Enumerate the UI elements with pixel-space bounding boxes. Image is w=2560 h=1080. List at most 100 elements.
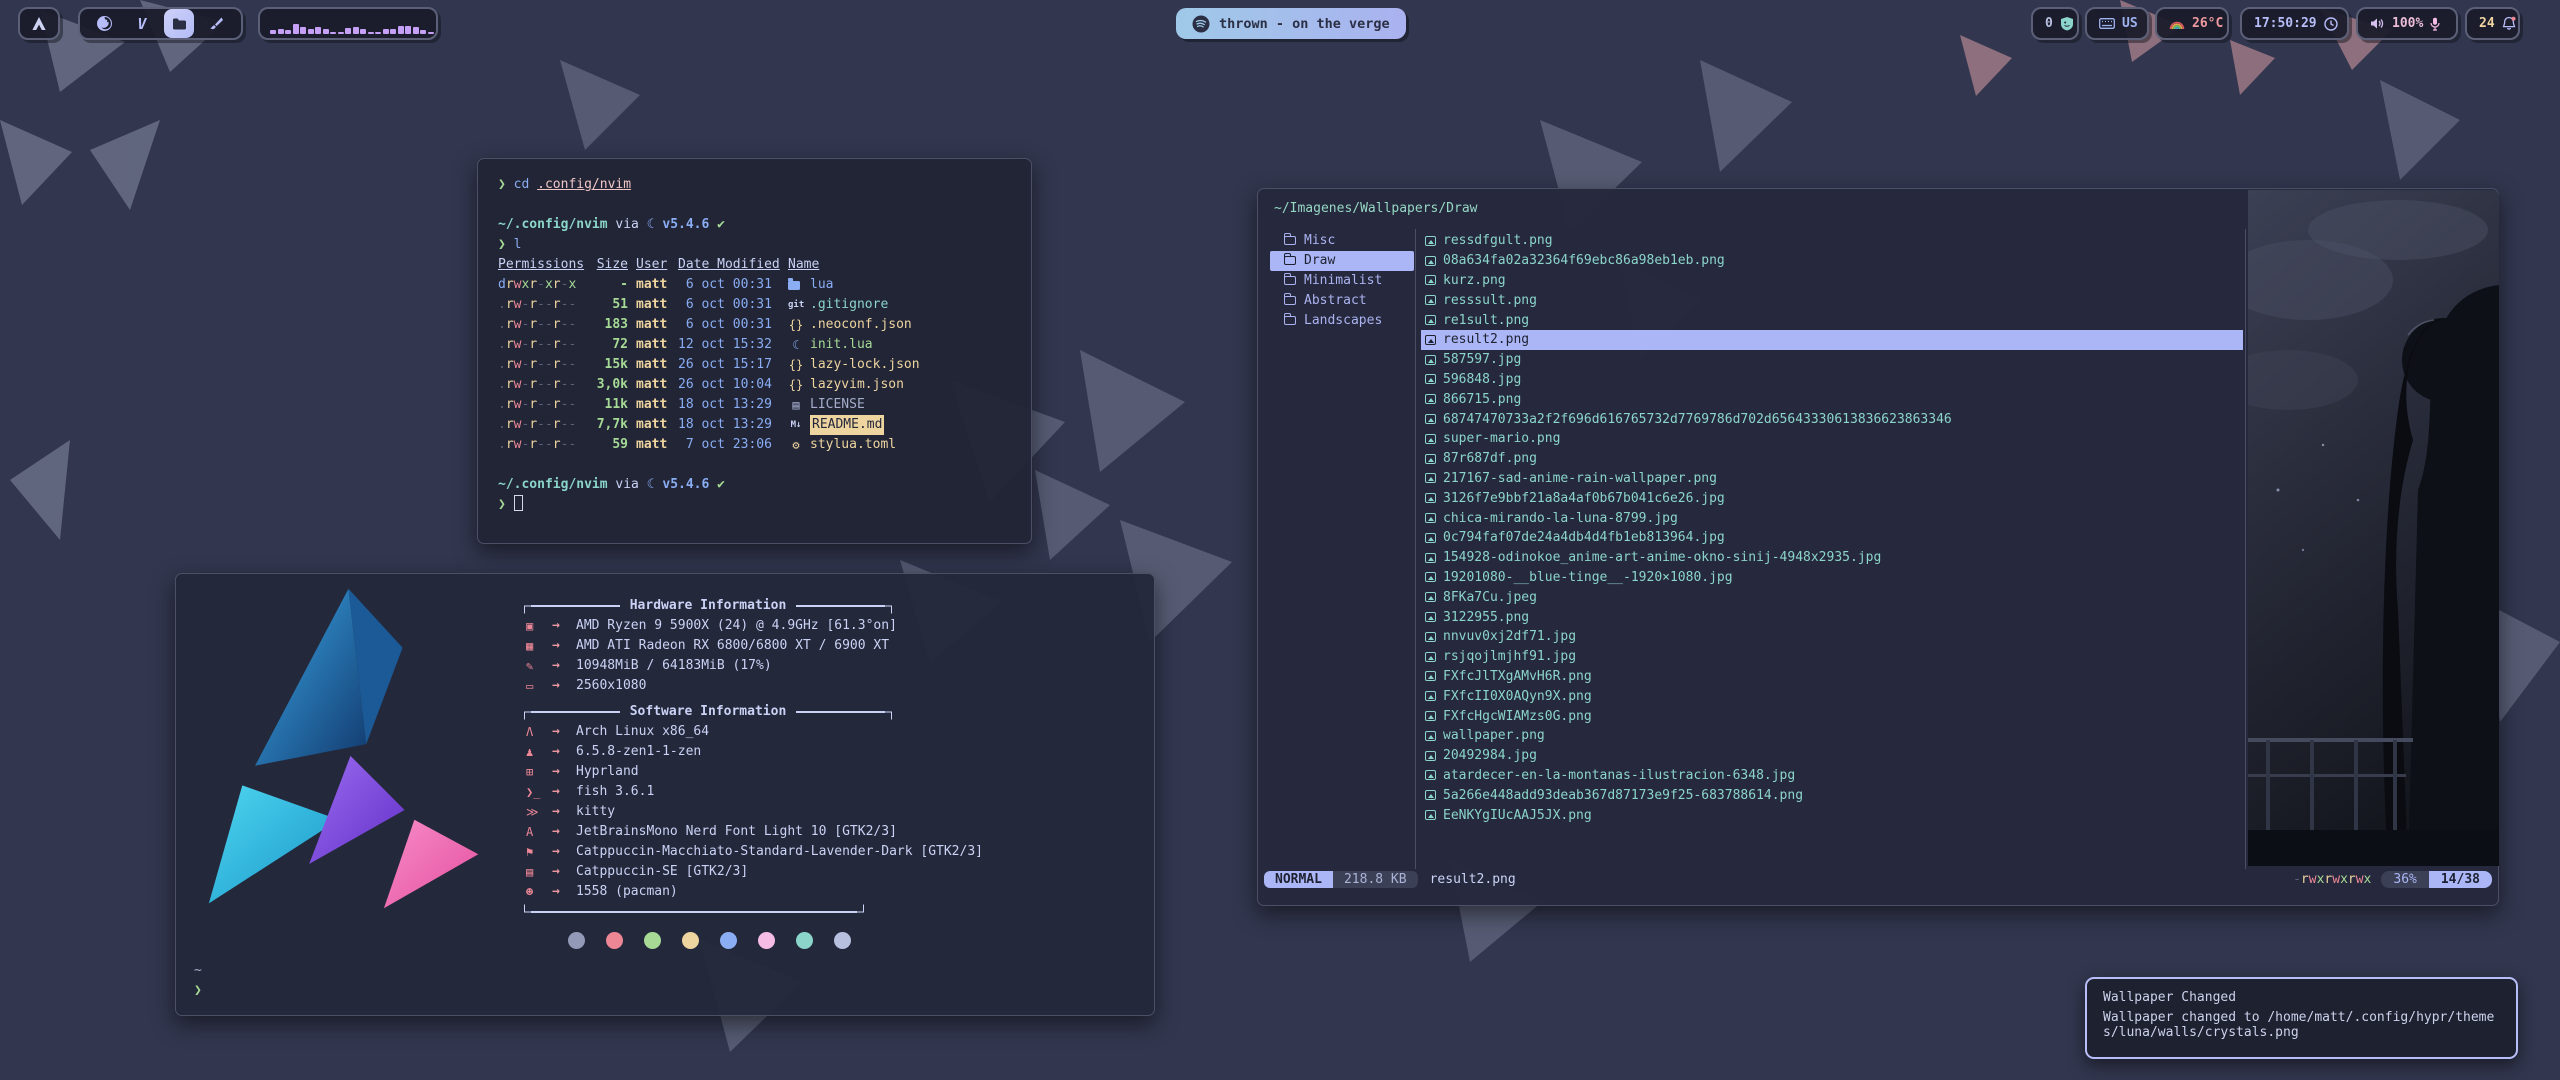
notification-count: 24	[2479, 16, 2495, 31]
vim-icon[interactable]: V	[127, 9, 157, 38]
notifications-widget[interactable]: 24	[2465, 7, 2520, 40]
notification-body: Wallpaper changed to /home/matt/.config/…	[2103, 1010, 2500, 1041]
file-name: FXfcJlTXgAMvH6R.png	[1443, 669, 1592, 684]
speaker-icon	[2370, 17, 2385, 30]
icons-icon: ▤	[524, 862, 552, 882]
fetch-info-row: ≫→kitty	[524, 802, 1124, 822]
file-list-item[interactable]: FXfcII0X0AQyn9X.png	[1421, 686, 2243, 706]
fetch-terminal-window[interactable]: Hardware Information ▣→AMD Ryzen 9 5900X…	[175, 573, 1155, 1016]
fetch-info-text: kitty	[576, 802, 615, 822]
file-list-item[interactable]: 587597.jpg	[1421, 350, 2243, 370]
spotify-icon	[1192, 15, 1210, 33]
sidebar-folder-abstract[interactable]: Abstract	[1270, 290, 1414, 310]
shell-icon: ❯_	[524, 782, 552, 802]
sidebar-folder-draw[interactable]: Draw	[1270, 251, 1414, 271]
file-list-item[interactable]: 217167-sad-anime-rain-wallpaper.png	[1421, 469, 2243, 489]
volume-widget[interactable]: 100%	[2356, 7, 2458, 40]
launcher-button[interactable]	[18, 7, 60, 40]
keyboard-layout-widget[interactable]: US	[2085, 7, 2149, 40]
file-list-item[interactable]: kurz.png	[1421, 271, 2243, 291]
fetch-info-text: Catppuccin-Macchiato-Standard-Lavender-D…	[576, 842, 983, 862]
audio-visualizer-widget[interactable]	[258, 7, 438, 40]
ls-row: drwxr-xr-x-matt 6 oct 00:31lua	[498, 275, 1031, 295]
file-name: init.lua	[810, 335, 873, 355]
sidebar-folder-landscapes[interactable]: Landscapes	[1270, 310, 1414, 330]
file-list-item[interactable]: 3126f7e9bbf21a8a4af0b67b041c6e26.jpg	[1421, 488, 2243, 508]
file-name: 0c794faf07de24a4db4d4fb1eb813964.jpg	[1443, 530, 1725, 545]
ls-row: .rw-r--r--3,0kmatt26 oct 10:04{}lazyvim.…	[498, 375, 1031, 395]
file-name: lazyvim.json	[810, 375, 904, 395]
packages-icon: ☻	[524, 882, 552, 902]
notification-popup[interactable]: Wallpaper Changed Wallpaper changed to /…	[2085, 977, 2518, 1059]
file-list-item[interactable]: nnvuv0xj2df71.jpg	[1421, 627, 2243, 647]
image-file-icon	[1425, 731, 1436, 741]
file-list-item[interactable]: 8FKa7Cu.jpeg	[1421, 587, 2243, 607]
file-list-item[interactable]: rsjqojlmjhf91.jpg	[1421, 647, 2243, 667]
cpu-icon: ▣	[524, 616, 552, 636]
terminal-window[interactable]: ❯ cd .config/nvim ~/.config/nvim via ☾ v…	[477, 158, 1032, 544]
file-list-item[interactable]: 154928-odinokoe_anime-art-anime-okno-sin…	[1421, 548, 2243, 568]
image-file-icon	[1425, 691, 1436, 701]
ls-row: .rw-r--r--15kmatt26 oct 15:17{}lazy-lock…	[498, 355, 1031, 375]
folder-icon	[1284, 296, 1296, 305]
file-name: .gitignore	[810, 295, 888, 315]
arrow-icon: →	[552, 862, 576, 882]
file-list-item[interactable]: atardecer-en-la-montanas-ilustracion-634…	[1421, 766, 2243, 786]
gear-icon: ⚙	[788, 435, 804, 455]
music-player-widget[interactable]: thrown - on the verge	[1176, 8, 1406, 39]
file-list-item[interactable]: chica-mirando-la-luna-8799.jpg	[1421, 508, 2243, 528]
weather-widget[interactable]: 26°C	[2155, 7, 2229, 40]
file-manager-window[interactable]: ~/Imagenes/Wallpapers/Draw 1 MiscDrawMin…	[1257, 188, 2499, 906]
clock-widget[interactable]: 17:50:29	[2240, 7, 2349, 40]
terminal-color-dot	[758, 932, 775, 949]
visualizer-bar	[420, 30, 426, 34]
terminal-prompt[interactable]: ❯	[498, 495, 1031, 515]
file-list-item[interactable]: 0c794faf07de24a4db4d4fb1eb813964.jpg	[1421, 528, 2243, 548]
sidebar-folder-misc[interactable]: Misc	[1270, 231, 1414, 251]
firefox-icon[interactable]	[90, 9, 120, 38]
brush-icon[interactable]	[201, 9, 231, 38]
file-list-item[interactable]: EeNKYgIUcAAJ5JX.png	[1421, 805, 2243, 825]
command-arg: .config/nvim	[537, 177, 631, 192]
file-list-item[interactable]: resssult.png	[1421, 290, 2243, 310]
file-list-item[interactable]: 5a266e448add93deab367d87173e9f25-6837886…	[1421, 785, 2243, 805]
wm-icon: ⊞	[524, 762, 552, 782]
file-list-item[interactable]: super-mario.png	[1421, 429, 2243, 449]
fetch-info-row: ▦→AMD ATI Radeon RX 6800/6800 XT / 6900 …	[524, 636, 1124, 656]
terminal-color-dot	[644, 932, 661, 949]
file-list-item[interactable]: 3122955.png	[1421, 607, 2243, 627]
file-list-item[interactable]: re1sult.png	[1421, 310, 2243, 330]
updates-widget[interactable]: 0	[2031, 7, 2079, 40]
file-list-item[interactable]: 866715.png	[1421, 389, 2243, 409]
image-file-icon	[1425, 236, 1436, 246]
fetch-info-row: ⊞→Hyprland	[524, 762, 1124, 782]
file-list-item[interactable]: 68747470733a2f2f696d616765732d7769786d70…	[1421, 409, 2243, 429]
file-list-item[interactable]: ressdfgult.png	[1421, 231, 2243, 251]
file-list-item[interactable]: FXfcJlTXgAMvH6R.png	[1421, 667, 2243, 687]
fetch-prompt[interactable]: ~ ❯	[194, 961, 202, 1001]
files-icon[interactable]	[164, 9, 194, 38]
file-list-item[interactable]: result2.png	[1421, 330, 2243, 350]
file-name: README.md	[810, 415, 884, 435]
file-name: 20492984.jpg	[1443, 748, 1537, 763]
fetch-info-text: AMD Ryzen 9 5900X (24) @ 4.9GHz [61.3°on…	[576, 616, 897, 636]
file-list-item[interactable]: 20492984.jpg	[1421, 746, 2243, 766]
file-list-item[interactable]: FXfcHgcWIAMzs0G.png	[1421, 706, 2243, 726]
ls-row: .rw-r--r--11kmatt18 oct 13:29▤LICENSE	[498, 395, 1031, 415]
file-list-item[interactable]: 87r687df.png	[1421, 449, 2243, 469]
file-list-item[interactable]: 596848.jpg	[1421, 370, 2243, 390]
desktop: V thrown - on the verge 0 US	[0, 0, 2560, 1080]
file-list-item[interactable]: wallpaper.png	[1421, 726, 2243, 746]
notification-title: Wallpaper Changed	[2103, 990, 2500, 1006]
folder-sidebar: MiscDrawMinimalistAbstractLandscapes	[1270, 231, 1414, 330]
visualizer-bar	[323, 29, 329, 34]
file-list-item[interactable]: 19201080-__blue-tinge__-1920×1080.jpg	[1421, 568, 2243, 588]
image-file-icon	[1425, 256, 1436, 266]
fetch-info-text: 6.5.8-zen1-1-zen	[576, 742, 701, 762]
arch-icon	[31, 16, 47, 31]
status-permissions: -rwxrwxrwx	[2293, 872, 2371, 887]
file-list-item[interactable]: 08a634fa02a32364f69ebc86a98eb1eb.png	[1421, 251, 2243, 271]
image-file-icon	[1425, 295, 1436, 305]
fetch-info-text: 1558 (pacman)	[576, 882, 678, 902]
sidebar-folder-minimalist[interactable]: Minimalist	[1270, 271, 1414, 291]
